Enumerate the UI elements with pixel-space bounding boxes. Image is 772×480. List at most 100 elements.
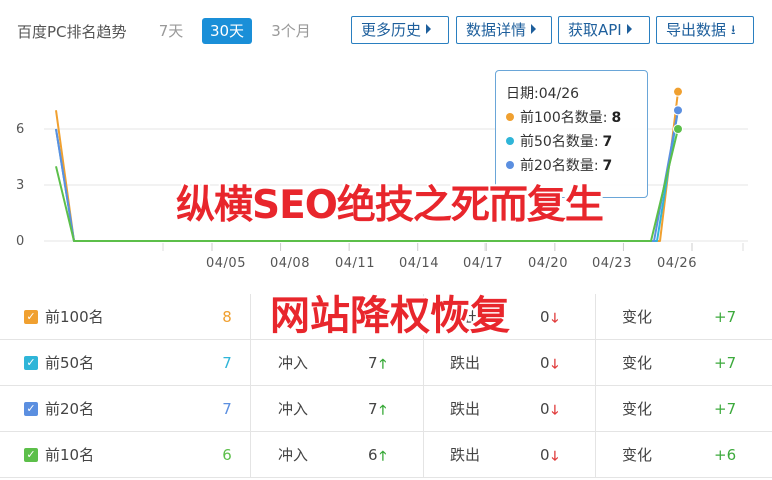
export-data-button[interactable]: 导出数据 ⭳ [656, 16, 754, 44]
rank-tier-label: 前100名 [45, 308, 104, 326]
tooltip-value: 8 [611, 110, 622, 126]
drop-value: 0 🡓 [540, 386, 558, 432]
rank-trend-chart: 6 3 0 04/05 04/08 04/11 04/14 04/17 04/2… [0, 58, 772, 294]
x-tick-label: 04/17 [463, 256, 503, 271]
table-row: ✓ 前20名 7 冲入 7 🡑 跌出 0 🡓 变化 +7 [0, 386, 772, 432]
divider [423, 340, 424, 386]
series-point [673, 105, 683, 116]
x-tick-label: 04/14 [399, 256, 439, 271]
tooltip-label: 前20名数量: [520, 158, 599, 174]
x-tick-label: 04/23 [592, 256, 632, 271]
enter-value: 7 🡑 [368, 386, 386, 432]
arrow-up-icon: 🡑 [379, 357, 387, 372]
change-label: 变化 [622, 354, 653, 372]
change-value: +7 [714, 308, 737, 326]
tab-7-days[interactable]: 7天 [156, 18, 186, 44]
rank-tier-label: 前10名 [45, 446, 95, 464]
series-point [673, 124, 683, 134]
arrow-down-icon: 🡓 [551, 311, 559, 326]
divider [595, 432, 596, 478]
table-row: ✓ 前10名 6 冲入 6 🡑 跌出 0 🡓 变化 +6 [0, 432, 772, 478]
get-api-label: 获取API [568, 21, 622, 39]
change-label: 变化 [622, 400, 653, 418]
arrow-down-icon: 🡓 [551, 449, 559, 464]
page-title: 百度PC排名趋势 [17, 23, 127, 41]
tooltip-value: 7 [602, 158, 613, 174]
tooltip-value: 7 [602, 134, 613, 150]
x-tick-label: 04/20 [528, 256, 568, 271]
overlay-caption-2: 网站降权恢复 [270, 293, 510, 339]
enter-label: 冲入 [278, 354, 309, 372]
tooltip-date: 日期:04/26 [506, 86, 580, 102]
more-history-button[interactable]: 更多历史 [351, 16, 449, 44]
series-point [673, 86, 683, 97]
arrow-up-icon: 🡑 [379, 449, 387, 464]
drop-label: 跌出 [450, 400, 481, 418]
divider [250, 432, 251, 478]
tooltip-label: 前100名数量: [520, 110, 608, 126]
tooltip-row: 前50名数量: 7 [506, 130, 647, 154]
data-details-button[interactable]: 数据详情 [456, 16, 552, 44]
y-tick-label: 3 [16, 178, 25, 193]
drop-value-text: 0 [540, 400, 550, 418]
drop-value-text: 0 [540, 308, 550, 326]
checkbox-checked-icon[interactable]: ✓ [24, 402, 38, 416]
enter-value-text: 7 [368, 354, 378, 372]
change-label: 变化 [622, 308, 653, 326]
tooltip-label: 前50名数量: [520, 134, 599, 150]
export-data-label: 导出数据 [666, 21, 727, 39]
overlay-caption-1: 纵横SEO绝技之死而复生 [176, 183, 604, 228]
tab-30-days[interactable]: 30天 [202, 18, 252, 44]
drop-label: 跌出 [450, 446, 481, 464]
enter-label: 冲入 [278, 400, 309, 418]
rank-tier-count: 6 [222, 446, 232, 464]
series-dot-icon [506, 137, 514, 145]
y-tick-label: 6 [16, 122, 25, 137]
rank-tier-count: 7 [222, 400, 232, 418]
enter-label: 冲入 [278, 446, 309, 464]
checkbox-checked-icon[interactable]: ✓ [24, 448, 38, 462]
caret-right-icon [426, 24, 432, 34]
change-value: +7 [714, 400, 737, 418]
enter-value-text: 7 [368, 400, 378, 418]
divider [595, 386, 596, 432]
tab-3-months[interactable]: 3个月 [268, 18, 314, 44]
change-value: +6 [714, 446, 737, 464]
tooltip-row: 前100名数量: 8 [506, 106, 647, 130]
divider [250, 340, 251, 386]
table-row: ✓ 前50名 7 冲入 7 🡑 跌出 0 🡓 变化 +7 [0, 340, 772, 386]
enter-value-text: 6 [368, 446, 378, 464]
x-tick-label: 04/08 [270, 256, 310, 271]
more-history-label: 更多历史 [361, 21, 422, 39]
change-value: +7 [714, 354, 737, 372]
arrow-up-icon: 🡑 [379, 403, 387, 418]
enter-value: 6 🡑 [368, 432, 386, 478]
divider [250, 294, 251, 340]
checkbox-checked-icon[interactable]: ✓ [24, 310, 38, 324]
drop-value: 0 🡓 [540, 432, 558, 478]
x-tick-label: 04/11 [335, 256, 375, 271]
series-dot-icon [506, 161, 514, 169]
drop-value-text: 0 [540, 446, 550, 464]
rank-tier-label: 前50名 [45, 354, 95, 372]
get-api-button[interactable]: 获取API [558, 16, 650, 44]
arrow-down-icon: 🡓 [551, 403, 559, 418]
drop-label: 跌出 [450, 354, 481, 372]
rank-tier-count: 7 [222, 354, 232, 372]
caret-right-icon [626, 24, 632, 34]
divider [423, 432, 424, 478]
checkbox-checked-icon[interactable]: ✓ [24, 356, 38, 370]
drop-value: 0 🡓 [540, 340, 558, 386]
caret-right-icon [531, 24, 537, 34]
arrow-down-icon: 🡓 [551, 357, 559, 372]
change-label: 变化 [622, 446, 653, 464]
divider [250, 386, 251, 432]
rank-tier-count: 8 [222, 308, 232, 326]
rank-tier-label: 前20名 [45, 400, 95, 418]
toolbar: 百度PC排名趋势 7天 30天 3个月 更多历史 数据详情 获取API 导出数据… [0, 0, 772, 58]
download-icon: ⭳ [731, 23, 736, 38]
enter-value: 7 🡑 [368, 340, 386, 386]
y-tick-label: 0 [16, 234, 25, 249]
divider [595, 294, 596, 340]
x-tick-label: 04/26 [657, 256, 697, 271]
